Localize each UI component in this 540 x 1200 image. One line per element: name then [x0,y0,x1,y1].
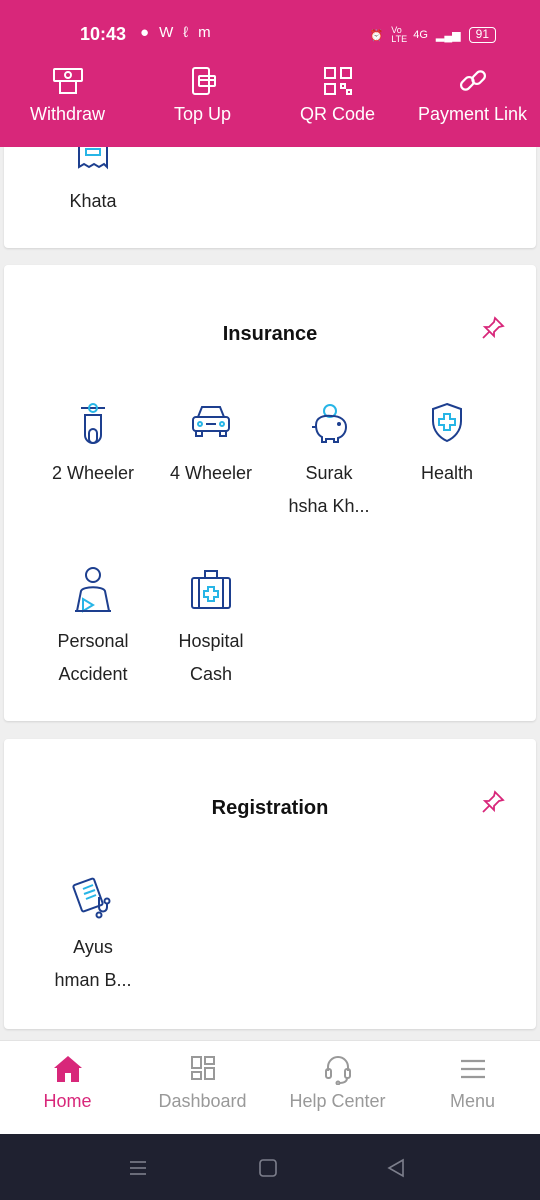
hamburger-menu-icon [460,1059,485,1079]
nav-dashboard-label: Dashboard [158,1091,247,1111]
home-icon [53,1056,82,1082]
insurance-hospital-cash[interactable]: Hospital Cash [152,565,270,691]
health-label: Health [420,463,474,483]
payment-link-label: Payment Link [417,104,528,124]
personal-accident-label: Personal Accident [57,631,129,684]
qr-code-button[interactable]: QR Code [270,66,405,125]
top-up-button[interactable]: Top Up [135,66,270,125]
alarm-icon: ⏰ [369,29,384,42]
piggy-bank-icon [312,404,348,443]
nav-home[interactable]: Home [0,1053,135,1112]
withdraw-icon [52,68,83,94]
volte-label: Vo LTE [391,25,408,44]
hospital-cash-label: Hospital Cash [178,631,244,684]
signal-icon: ▂▄▆ [435,29,461,42]
insurance-four-wheeler[interactable]: 4 Wheeler [152,401,270,490]
pin-icon[interactable] [480,315,506,341]
system-icons: ⏰ Vo LTE 4G ▂▄▆ 91 [370,26,496,44]
khata-card: Khata [4,147,536,248]
top-up-icon [191,67,216,95]
nav-dashboard[interactable]: Dashboard [135,1053,270,1112]
headset-icon [324,1056,351,1085]
home-system-icon[interactable] [258,1158,278,1178]
app-notification-icon: ℓ [183,24,189,41]
nav-help-center-label: Help Center [289,1091,386,1111]
nav-menu[interactable]: Menu [405,1053,540,1112]
nav-menu-label: Menu [449,1091,496,1111]
withdraw-button[interactable]: Withdraw [0,66,135,125]
registration-card: Registration Ayus hman B... [4,739,536,1029]
quick-actions: Withdraw Top Up QR Code Payment Link [0,66,540,136]
insurance-two-wheeler[interactable]: 2 Wheeler [34,401,152,490]
nav-home-label: Home [43,1091,92,1111]
health-shield-icon [432,402,462,443]
bottom-navigation: Home Dashboard Help Center Menu [0,1040,540,1134]
dashboard-icon [190,1056,215,1080]
recent-apps-icon[interactable] [128,1158,148,1178]
chat-icon: ● [140,24,150,41]
insurance-suraksha[interactable]: Surak hsha Kh... [270,401,388,523]
qr-code-icon [323,67,352,95]
registration-ayushman[interactable]: Ayus hman B... [34,875,152,997]
top-up-label: Top Up [173,104,232,124]
notification-icons: ● W ℓ m [140,24,211,41]
app-header: 10:43 ● W ℓ m ⏰ Vo LTE 4G ▂▄▆ 91 Withdra… [0,0,540,147]
network-label: 4G [413,29,428,41]
insurance-health[interactable]: Health [388,401,506,490]
medical-record-icon [72,877,111,919]
payment-link-button[interactable]: Payment Link [405,66,540,125]
status-time: 10:43 [80,24,127,44]
suraksha-label: Surak hsha Kh... [288,463,370,516]
status-bar: 10:43 ● W ℓ m ⏰ Vo LTE 4G ▂▄▆ 91 [0,22,540,50]
pin-icon[interactable] [480,789,506,815]
two-wheeler-label: 2 Wheeler [51,463,135,483]
insurance-personal-accident[interactable]: Personal Accident [34,565,152,691]
insurance-card: Insurance 2 Wheeler 4 Wheeler Surak hsha… [4,265,536,721]
back-icon[interactable] [386,1158,406,1178]
system-navigation-bar [0,1134,540,1200]
m-icon: m [198,24,211,41]
qr-code-label: QR Code [299,104,376,124]
nav-help-center[interactable]: Help Center [270,1053,405,1112]
scooter-icon [81,403,105,444]
link-icon [459,70,486,91]
withdraw-label: Withdraw [29,104,105,124]
khata-label: Khata [69,191,117,211]
ayushman-label: Ayus hman B... [54,937,132,990]
wifi-calling-icon: W [159,24,174,41]
registration-title: Registration [211,797,329,819]
personal-accident-icon [75,567,111,613]
khata-icon [78,147,108,170]
khata-tile[interactable]: Khata [34,147,152,218]
four-wheeler-label: 4 Wheeler [169,463,253,483]
car-icon [192,406,230,437]
battery-indicator: 91 [468,27,496,43]
insurance-title: Insurance [222,323,318,345]
medical-kit-icon [191,570,231,609]
